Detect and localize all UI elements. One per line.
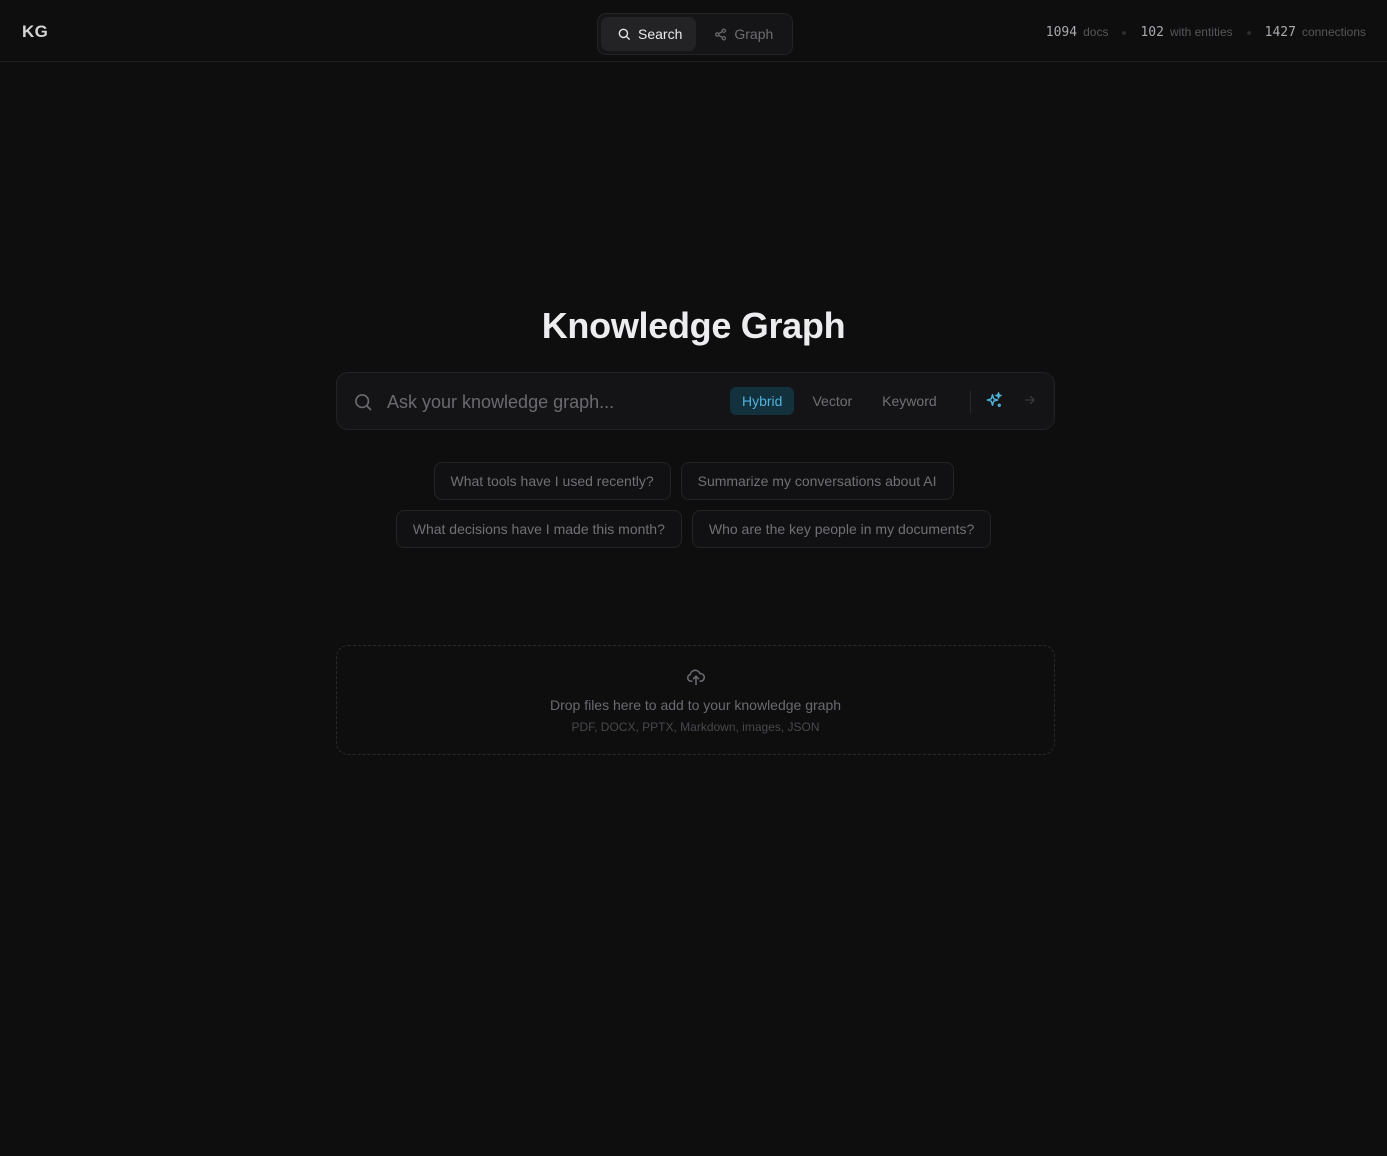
stat-connections-value: 1427 — [1264, 25, 1296, 40]
view-tabs: Search Graph — [597, 13, 793, 55]
stat-docs-label: docs — [1083, 25, 1109, 39]
logo[interactable]: KG — [22, 22, 48, 42]
suggestion-row: What decisions have I made this month? W… — [395, 510, 992, 548]
stat-entities-value: 102 — [1140, 25, 1164, 40]
dropzone-title: Drop files here to add to your knowledge… — [549, 697, 842, 713]
mode-keyword-button[interactable]: Keyword — [870, 387, 948, 415]
tab-search[interactable]: Search — [601, 17, 697, 51]
search-icon — [617, 27, 631, 41]
stat-entities-label: with entities — [1169, 25, 1233, 39]
suggestion-chip[interactable]: Who are the key people in my documents? — [691, 510, 992, 548]
search-mode-selector: Hybrid Vector Keyword — [730, 387, 949, 415]
stat-docs-value: 1094 — [1045, 25, 1078, 40]
search-icon — [353, 392, 373, 417]
sparkles-icon — [985, 391, 1003, 414]
share-graph-icon — [714, 27, 727, 41]
stat-separator — [1122, 30, 1127, 35]
top-bar: KG Search Graph 1094 docs 102 with entit… — [0, 0, 1387, 62]
divider — [970, 391, 971, 413]
stat-docs: 1094 docs — [1046, 25, 1109, 40]
suggestion-list: What tools have I used recently? Summari… — [0, 462, 1387, 548]
tab-graph[interactable]: Graph — [698, 17, 787, 51]
file-dropzone[interactable]: Drop files here to add to your knowledge… — [336, 645, 1055, 755]
search-bar: Hybrid Vector Keyword — [336, 372, 1055, 430]
stat-connections: 1427 connections — [1265, 25, 1366, 40]
cloud-upload-icon — [686, 667, 706, 692]
suggestion-chip[interactable]: What decisions have I made this month? — [395, 510, 682, 548]
arrow-right-icon — [1023, 393, 1037, 412]
page-title: Knowledge Graph — [541, 305, 846, 346]
tab-graph-label: Graph — [734, 26, 774, 42]
stat-connections-label: connections — [1301, 25, 1366, 39]
search-input[interactable] — [385, 387, 715, 417]
stats-bar: 1094 docs 102 with entities 1427 connect… — [1046, 25, 1366, 40]
suggestion-row: What tools have I used recently? Summari… — [433, 462, 954, 500]
tab-search-label: Search — [638, 26, 683, 42]
submit-search-button[interactable] — [1020, 392, 1040, 412]
dropzone-formats: PDF, DOCX, PPTX, Markdown, images, JSON — [571, 720, 820, 734]
mode-vector-button[interactable]: Vector — [800, 387, 864, 415]
stat-entities: 102 with entities — [1140, 25, 1232, 40]
mode-hybrid-button[interactable]: Hybrid — [730, 387, 795, 415]
suggestion-chip[interactable]: What tools have I used recently? — [433, 462, 671, 500]
stat-separator — [1246, 30, 1251, 35]
suggestion-chip[interactable]: Summarize my conversations about AI — [680, 462, 954, 500]
ai-mode-button[interactable] — [982, 390, 1006, 414]
